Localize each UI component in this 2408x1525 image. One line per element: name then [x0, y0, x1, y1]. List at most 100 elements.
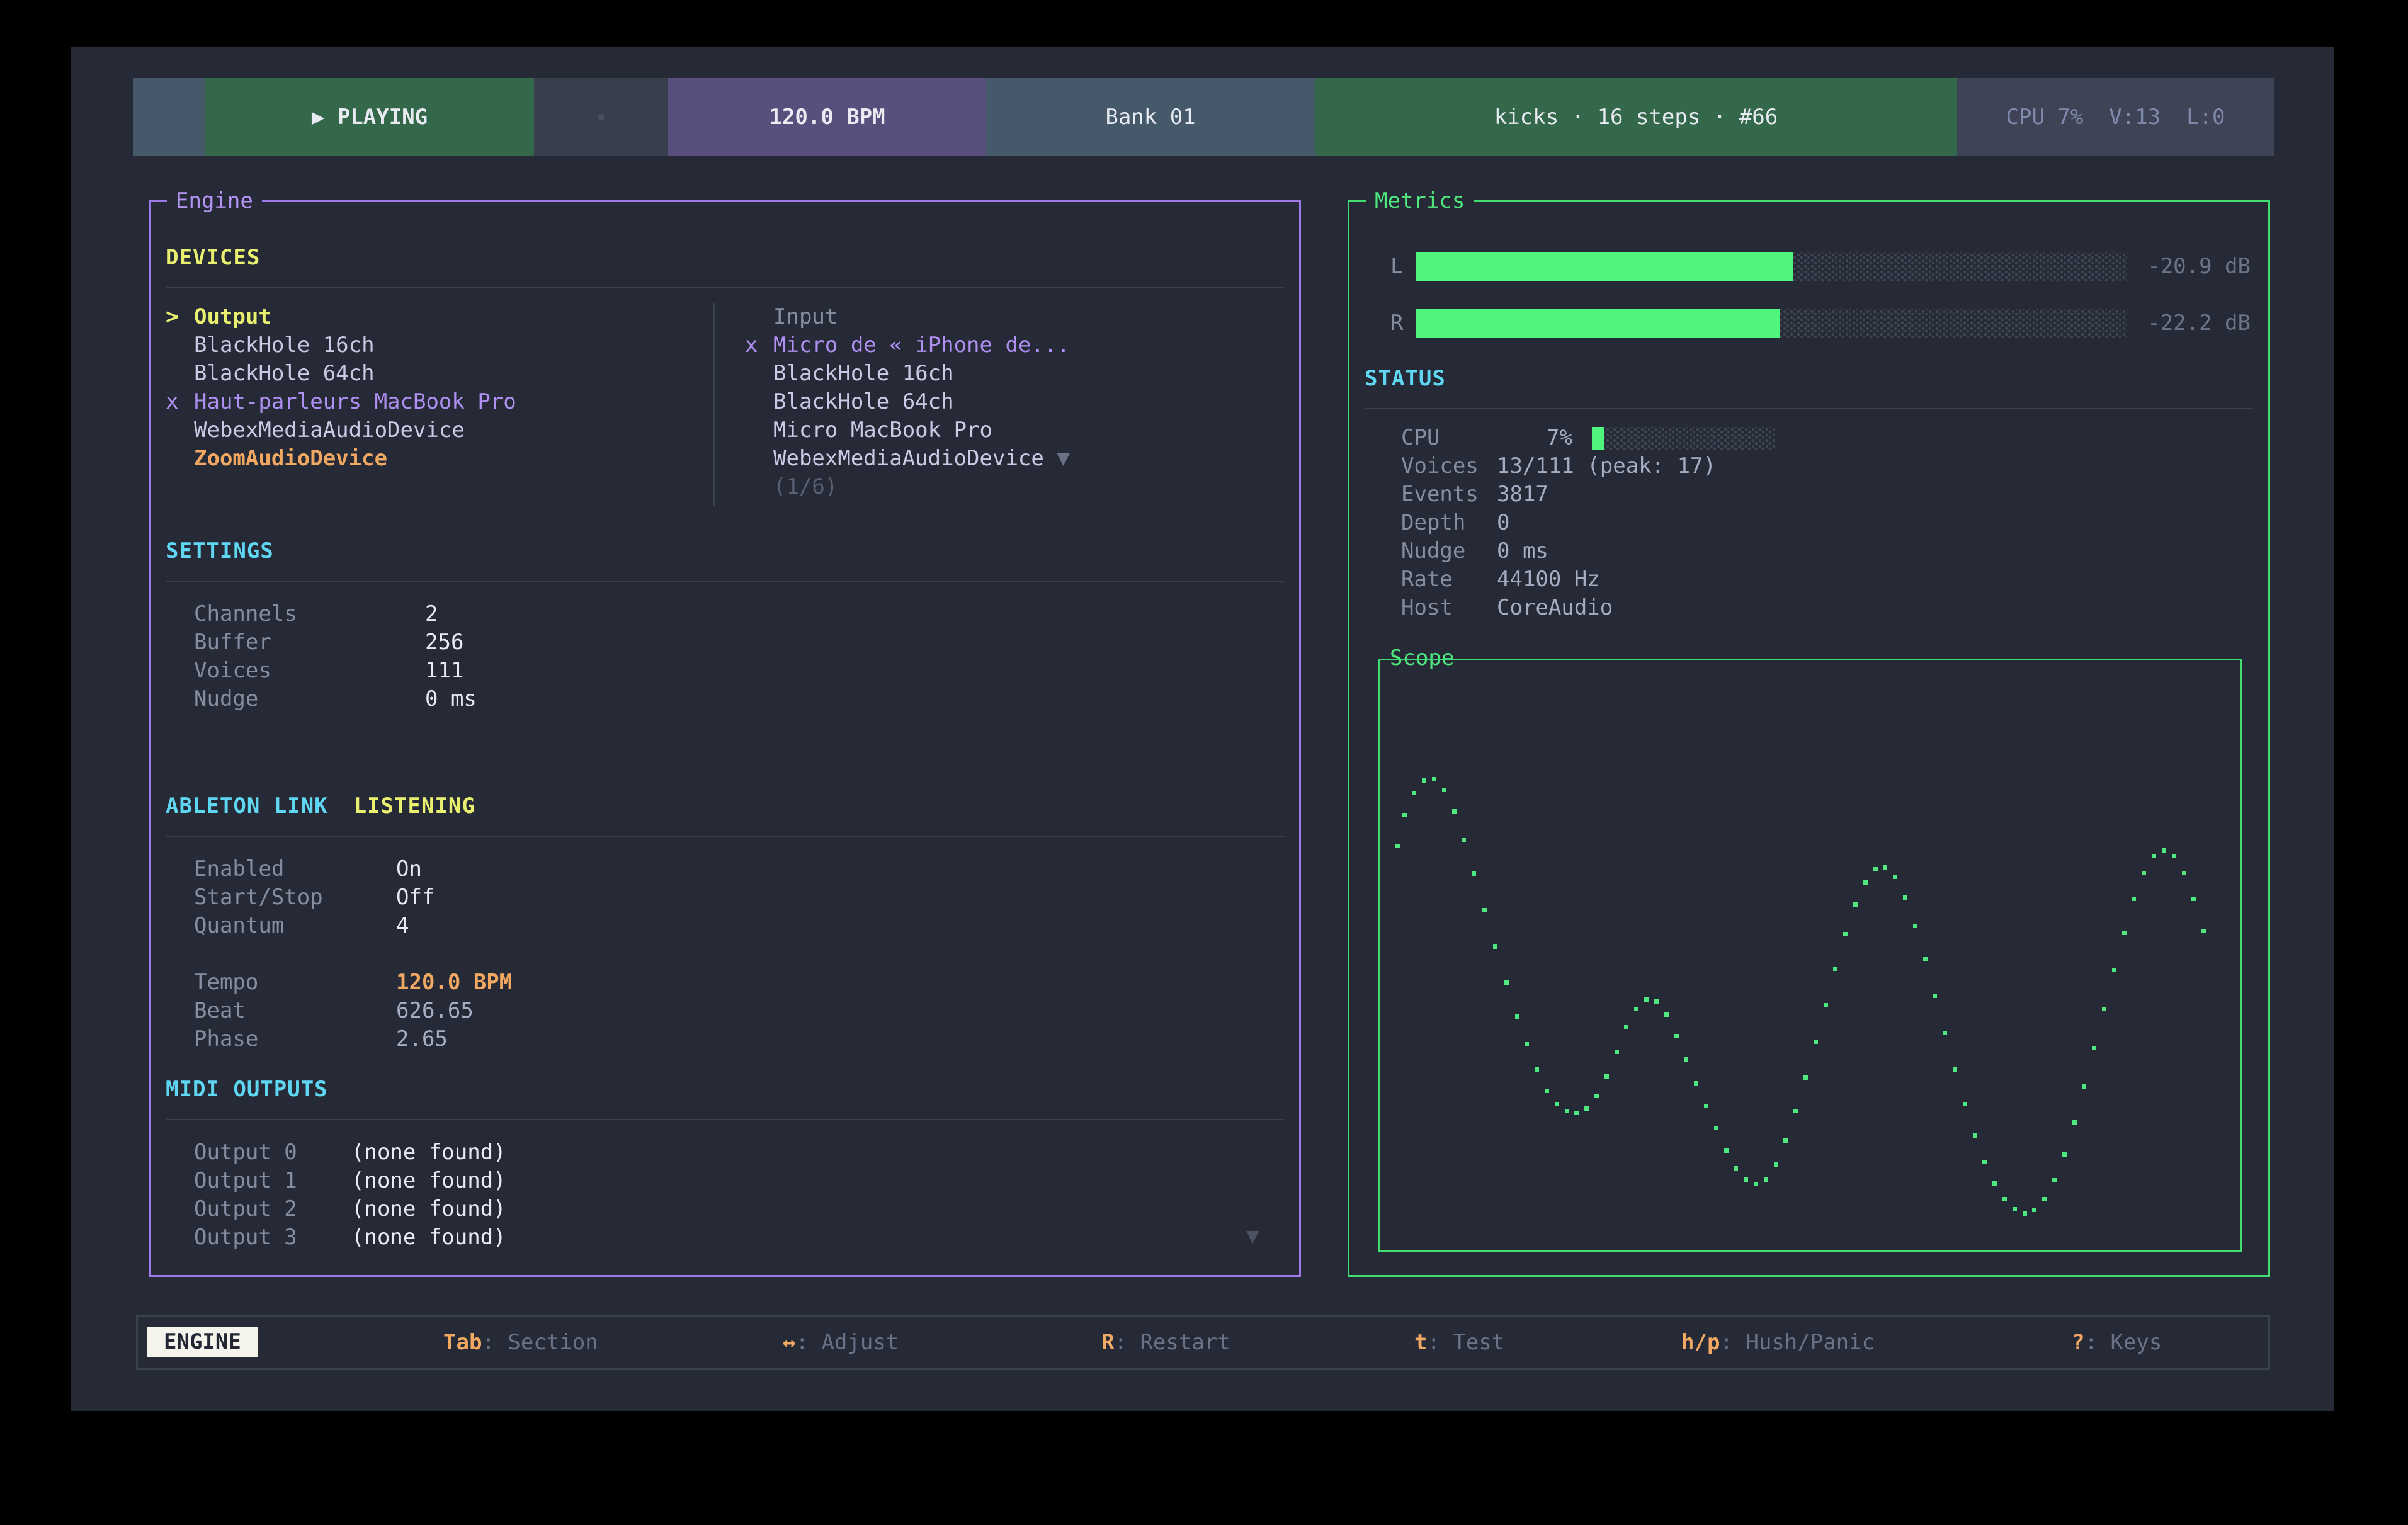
link-value[interactable]: Off	[396, 883, 434, 912]
scope-sample-dot	[1803, 1075, 1808, 1080]
scope-sample-dot	[1814, 1040, 1818, 1044]
scope-sample-dot	[1664, 1012, 1669, 1017]
beat-value: 626.65	[396, 997, 474, 1025]
scope-sample-dot	[1584, 1106, 1589, 1111]
output-device-item[interactable]: BlackHole 64ch	[166, 360, 375, 388]
input-device-item-active[interactable]: xMicro de « iPhone de...	[745, 331, 1070, 360]
scope-sample-dot	[1982, 1160, 1987, 1164]
midi-output-value[interactable]: (none found)	[351, 1167, 506, 1195]
output-device-item-active[interactable]: xHaut-parleurs MacBook Pro	[166, 388, 516, 416]
scope-sample-dot	[2182, 871, 2186, 875]
status-value: 3817	[1497, 480, 1548, 509]
scope-sample-dot	[1694, 1081, 1698, 1086]
output-device-item[interactable]: BlackHole 16ch	[166, 331, 375, 360]
scope-sample-dot	[2072, 1120, 2077, 1125]
setting-label: Voices	[194, 657, 271, 685]
output-device-header[interactable]: >Output	[166, 303, 271, 331]
scope-sample-dot	[1422, 778, 1426, 783]
scope-sample-dot	[1493, 944, 1497, 949]
scope-sample-dot	[1412, 791, 1416, 795]
input-device-header[interactable]: Input	[745, 303, 838, 331]
play-icon: ▶	[312, 105, 324, 130]
scope-sample-dot	[1574, 1111, 1579, 1115]
scope-sample-dot	[1442, 788, 1446, 792]
level-meter-left	[1416, 252, 2127, 281]
midi-output-value[interactable]: (none found)	[351, 1138, 506, 1167]
r-key: R	[1101, 1330, 1114, 1355]
status-cpu-value: 7%	[1497, 424, 1572, 452]
link-label: Enabled	[194, 855, 284, 883]
scope-sample-dot	[1793, 1109, 1798, 1113]
scope-sample-dot	[1893, 875, 1897, 879]
output-device-item[interactable]: ZoomAudioDevice	[166, 445, 387, 473]
status-label: Voices	[1401, 452, 1479, 480]
footer-bar: ENGINE Tab: Section ↔: Adjust R: Restart…	[136, 1315, 2270, 1370]
output-device-item[interactable]: WebexMediaAudioDevice	[166, 416, 465, 445]
phase-value: 2.65	[396, 1025, 448, 1053]
midi-output-label: Output 0	[194, 1138, 297, 1167]
scope-sample-dot	[2032, 1208, 2036, 1212]
top-status-bar: ▶ PLAYING 120.0 BPM Bank 01 kicks · 16 s…	[133, 78, 2274, 156]
midi-output-value[interactable]: (none found)	[351, 1223, 506, 1252]
scroll-down-icon[interactable]: ▼	[1246, 1222, 1259, 1250]
active-marker: x	[166, 388, 194, 416]
scope-sample-dot	[1644, 997, 1649, 1002]
link-value[interactable]: 4	[396, 912, 409, 940]
scope-sample-dot	[1624, 1025, 1628, 1029]
tempo-value[interactable]: 120.0 BPM	[396, 968, 512, 997]
setting-value[interactable]: 256	[425, 628, 463, 657]
scope-sample-dot	[1402, 813, 1407, 817]
scope-sample-dot	[2052, 1178, 2057, 1182]
meter-right-label: R	[1390, 309, 1403, 337]
input-device-item[interactable]: BlackHole 16ch	[745, 360, 954, 388]
pattern-display: kicks · 16 steps · #66	[1315, 78, 1957, 156]
scope-sample-dot	[2132, 897, 2136, 901]
level-meter-left-fill	[1416, 252, 1793, 281]
scope-display	[1378, 659, 2242, 1252]
input-device-item[interactable]: BlackHole 64ch	[745, 388, 954, 416]
scope-sample-dot	[1545, 1089, 1549, 1093]
dropdown-caret-icon[interactable]: ▼	[1057, 446, 1069, 471]
link-value[interactable]: On	[396, 855, 422, 883]
setting-value[interactable]: 0 ms	[425, 685, 477, 713]
status-value: 13/111 (peak: 17)	[1497, 452, 1716, 480]
scope-sample-dot	[1515, 1014, 1519, 1019]
selected-marker: >	[166, 303, 194, 331]
scope-sample-dot	[1953, 1067, 1957, 1072]
scope-sample-dot	[1482, 908, 1487, 912]
active-marker: x	[745, 331, 773, 360]
scope-sample-dot	[1853, 902, 1858, 907]
scope-sample-dot	[2042, 1197, 2047, 1201]
status-label: Depth	[1401, 509, 1465, 537]
engine-panel: Engine DEVICES >Output BlackHole 16ch Bl…	[149, 200, 1301, 1277]
status-label: Nudge	[1401, 537, 1465, 565]
scope-sample-dot	[1992, 1181, 1997, 1186]
scope-sample-dot	[2172, 854, 2176, 858]
ableton-link-heading: ABLETON LINK LISTENING	[166, 792, 475, 820]
scope-sample-dot	[1684, 1057, 1688, 1062]
scope-sample-dot	[2013, 1207, 2017, 1211]
scope-sample-dot	[1704, 1104, 1708, 1108]
input-device-item[interactable]: Micro MacBook Pro	[745, 416, 992, 445]
scope-sample-dot	[1883, 865, 1887, 870]
scope-sample-dot	[2002, 1197, 2007, 1201]
metrics-panel: Metrics L -20.9 dB R -22.2 dB STATUS CPU…	[1348, 200, 2270, 1277]
settings-rule	[166, 581, 1284, 582]
hint-section: Tab: Section	[443, 1317, 598, 1368]
midi-output-label: Output 2	[194, 1195, 297, 1223]
hp-keys: h/p	[1681, 1330, 1720, 1355]
setting-value[interactable]: 111	[425, 657, 463, 685]
devices-heading: DEVICES	[166, 244, 260, 272]
scope-sample-dot	[2062, 1152, 2067, 1157]
bpm-display: 120.0 BPM	[668, 78, 986, 156]
input-device-item[interactable]: WebexMediaAudioDevice ▼	[745, 445, 1070, 473]
scope-sample-dot	[1724, 1148, 1729, 1153]
scope-sample-dot	[1873, 867, 1878, 871]
status-label: Rate	[1401, 565, 1453, 594]
midi-output-value[interactable]: (none found)	[351, 1195, 506, 1223]
setting-value[interactable]: 2	[425, 600, 438, 628]
status-label: Host	[1401, 594, 1453, 622]
setting-label: Buffer	[194, 628, 271, 657]
question-key: ?	[2072, 1330, 2084, 1355]
metrics-panel-title: Metrics	[1366, 186, 1474, 216]
